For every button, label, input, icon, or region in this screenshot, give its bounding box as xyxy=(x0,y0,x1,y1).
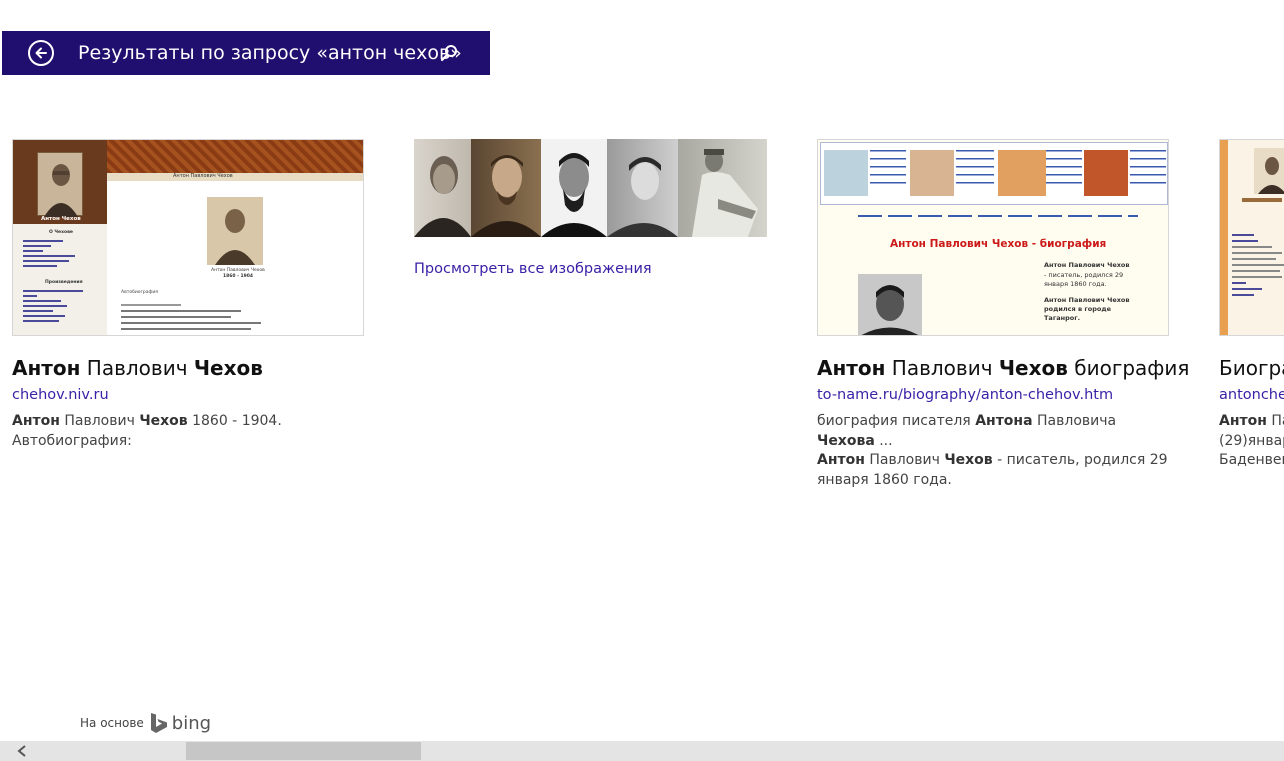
thumb-body-lines xyxy=(121,300,351,334)
result-title-part: биография xyxy=(1067,356,1190,380)
view-all-images-link[interactable]: Просмотреть все изображения xyxy=(414,261,652,277)
header-title[interactable]: Результаты по запросу «антон чехов» xyxy=(78,41,462,65)
image-result-5[interactable] xyxy=(678,139,767,237)
thumb-menu-heading: О Чехове xyxy=(49,230,73,235)
powered-by-bing: На основе bing xyxy=(80,712,211,734)
image-result-1[interactable] xyxy=(414,139,471,237)
thumb-center-caption: Антон Павлович Чехов xyxy=(211,268,265,273)
thumb-portrait xyxy=(1254,148,1284,194)
thumb-works-heading: Произведения xyxy=(45,280,83,285)
thumb-photo xyxy=(858,274,922,335)
thumb-intro-name: Антон Павлович Чехов xyxy=(1044,261,1130,269)
thumb-menu-links xyxy=(1232,230,1284,300)
image-result-2[interactable] xyxy=(471,139,541,237)
result-url-1[interactable]: chehov.niv.ru xyxy=(12,387,109,403)
thumb-center-portrait xyxy=(207,197,263,265)
result-thumbnail-chehov-niv[interactable]: Антон Павлович Чехов Антон Чехов О Чехов… xyxy=(12,139,364,336)
thumb-intro-text: - писатель, родился 29 января 1860 года. xyxy=(1044,271,1124,288)
image-result-3[interactable] xyxy=(541,139,607,237)
result-url-3[interactable]: antonchek xyxy=(1219,387,1284,403)
thumb-portrait xyxy=(37,152,83,217)
back-arrow-icon xyxy=(35,47,47,59)
result-title-part: Павлович xyxy=(80,356,194,380)
search-icon xyxy=(440,45,457,62)
thumb-headline: Антон Павлович Чехов - биография xyxy=(890,238,1107,250)
thumb-page-title: Антон Павлович Чехов xyxy=(173,173,233,179)
thumb-portrait-caption: Антон Чехов xyxy=(41,216,81,222)
image-result-4[interactable] xyxy=(607,139,678,237)
search-header: Результаты по запросу «антон чехов» xyxy=(2,31,490,75)
result-thumbnail-antonchekhov[interactable] xyxy=(1219,139,1284,336)
result-thumbnail-to-name[interactable]: Антон Павлович Чехов - биография Антон П… xyxy=(817,139,1169,336)
result-snippet-1: Антон Павлович Чехов 1860 - 1904. Автоби… xyxy=(12,413,282,449)
image-results-strip[interactable] xyxy=(414,139,767,237)
bing-icon xyxy=(150,713,167,733)
result-title-part: Антон xyxy=(12,356,81,380)
bing-wordmark: bing xyxy=(171,712,212,734)
thumb-nav-links xyxy=(858,215,1138,217)
powered-by-label: На основе xyxy=(80,716,144,730)
thumb-menu-links xyxy=(23,237,101,270)
back-button[interactable] xyxy=(28,40,54,66)
result-title-part: Биогра xyxy=(1219,356,1284,380)
result-snippet-3: Антон Па(29)январБаденвей xyxy=(1219,413,1284,468)
search-button[interactable] xyxy=(439,43,459,63)
scroll-left-button[interactable] xyxy=(12,743,32,759)
thumb-autobio: Автобиография xyxy=(121,290,159,295)
horizontal-scrollbar[interactable] xyxy=(0,741,1284,761)
scrollbar-thumb[interactable] xyxy=(186,742,421,760)
result-title-part: Павлович xyxy=(885,356,999,380)
result-title-3[interactable]: Биогра xyxy=(1219,355,1284,381)
result-snippet-2: биография писателя Антона Павловича Чехо… xyxy=(817,413,1168,488)
result-title-part: Антон xyxy=(817,356,886,380)
result-title-part: Чехов xyxy=(193,356,263,380)
result-title-2[interactable]: Антон Павлович Чехов биография xyxy=(817,355,1189,381)
chevron-left-icon xyxy=(17,745,26,757)
thumb-works-links xyxy=(23,287,101,325)
thumb-born-text: Антон Павлович Чехов родился в городе Та… xyxy=(1044,296,1130,322)
result-title-part: Чехов xyxy=(998,356,1068,380)
result-title-1[interactable]: Антон Павлович Чехов xyxy=(12,355,263,381)
bing-logo: bing xyxy=(150,712,211,734)
result-url-2[interactable]: to-name.ru/biography/anton-chehov.htm xyxy=(817,387,1113,403)
thumb-dates: 1860 - 1904 xyxy=(223,274,254,279)
